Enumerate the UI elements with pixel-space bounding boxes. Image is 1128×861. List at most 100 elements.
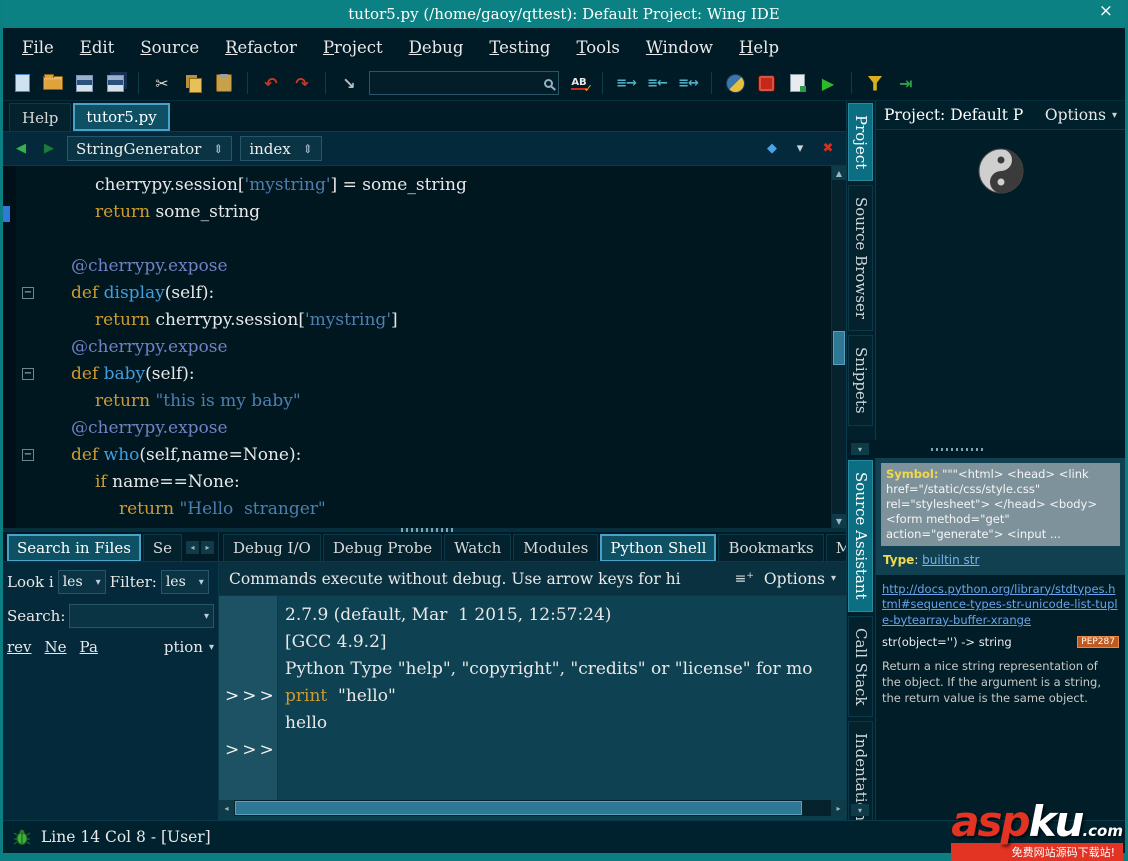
scroll-tabs-right-button[interactable] — [201, 541, 214, 554]
panel-tab-m[interactable]: M — [826, 534, 846, 561]
menu-window[interactable]: Window — [633, 36, 726, 59]
code-line[interactable]: @cherrypy.expose — [3, 334, 831, 361]
pep-badge[interactable]: PEP287 — [1077, 636, 1119, 648]
menu-source[interactable]: Source — [127, 36, 212, 59]
scroll-left-button[interactable] — [219, 800, 234, 816]
vertical-tab-source-assistant[interactable]: Source Assistant — [848, 460, 873, 612]
indent-right-icon[interactable]: ≡→ — [615, 71, 637, 95]
history-back-icon[interactable]: ◀ — [11, 141, 31, 156]
search-options-button[interactable]: ption — [164, 638, 214, 656]
indent-left-icon[interactable]: ≡← — [646, 71, 668, 95]
panel-tab-python-shell[interactable]: Python Shell — [600, 534, 716, 561]
close-window-button[interactable]: × — [1099, 3, 1113, 20]
panel-tab-debug-probe[interactable]: Debug Probe — [323, 534, 442, 561]
code-line[interactable]: if name==None: — [3, 469, 831, 496]
code-line[interactable]: @cherrypy.expose — [3, 253, 831, 280]
search-action-rev[interactable]: rev — [7, 638, 32, 656]
member-selector[interactable]: index — [240, 136, 321, 161]
shell-history-menu-icon[interactable] — [735, 571, 754, 587]
undo-icon[interactable]: ↶ — [260, 71, 282, 95]
code-editor[interactable]: cherrypy.session['mystring'] = some_stri… — [3, 166, 846, 528]
fold-marker[interactable]: − — [22, 449, 34, 461]
code-line[interactable]: return some_string — [3, 199, 831, 226]
documentation-link[interactable]: http://docs.python.org/library/stdtypes.… — [882, 582, 1119, 629]
menu-help[interactable]: Help — [726, 36, 792, 59]
panel-tab-watch[interactable]: Watch — [444, 534, 511, 561]
collapse-assistant-panel-button[interactable] — [851, 804, 869, 816]
python-environment-icon[interactable] — [724, 71, 746, 95]
shell-line[interactable]: 2.7.9 (default, Mar 1 2015, 12:57:24) — [219, 602, 846, 629]
code-line[interactable] — [3, 226, 831, 253]
scroll-tabs-left-button[interactable] — [186, 541, 199, 554]
open-file-icon[interactable] — [42, 71, 64, 95]
search-action-pa[interactable]: Pa — [80, 638, 98, 656]
menu-refactor[interactable]: Refactor — [212, 36, 310, 59]
code-line[interactable]: return "this is my baby" — [3, 388, 831, 415]
editor-vertical-scrollbar[interactable] — [831, 166, 846, 528]
shell-line[interactable]: hello — [219, 710, 846, 737]
code-line[interactable]: cherrypy.session['mystring'] = some_stri… — [3, 172, 831, 199]
menu-edit[interactable]: Edit — [67, 36, 128, 59]
editor-tab-tutor5-py[interactable]: tutor5.py — [73, 103, 169, 131]
horizontal-scrollbar-thumb[interactable] — [235, 801, 802, 815]
panel-tab-debug-i-o[interactable]: Debug I/O — [223, 534, 321, 561]
paste-icon[interactable] — [213, 71, 235, 95]
vertical-tab-project[interactable]: Project — [848, 103, 873, 181]
debug-stop-icon[interactable] — [755, 71, 777, 95]
type-link[interactable]: builtin str — [922, 553, 979, 567]
save-all-icon[interactable] — [104, 71, 126, 95]
fold-marker[interactable]: − — [22, 287, 34, 299]
shell-line[interactable]: >>>print "hello" — [219, 683, 846, 710]
title-bar[interactable]: tutor5.py (/home/gaoy/qttest): Default P… — [3, 0, 1125, 28]
search-in-editor-icon[interactable]: ↘ — [338, 71, 360, 95]
panel-tab-modules[interactable]: Modules — [513, 534, 598, 561]
copy-icon[interactable] — [182, 71, 204, 95]
close-split-icon[interactable]: ✖ — [818, 141, 838, 156]
shell-line[interactable]: >>> — [219, 737, 846, 764]
code-line[interactable]: −def display(self): — [3, 280, 831, 307]
class-selector[interactable]: StringGenerator — [67, 136, 232, 161]
save-icon[interactable] — [73, 71, 95, 95]
project-tree-area[interactable] — [876, 130, 1125, 440]
fold-marker[interactable]: − — [22, 368, 34, 380]
code-tools-icon[interactable]: ◆ — [762, 141, 782, 156]
code-line[interactable]: −def who(self,name=None): — [3, 442, 831, 469]
run-debug-icon[interactable]: ▶ — [817, 71, 839, 95]
code-line[interactable]: return cherrypy.session['mystring'] — [3, 307, 831, 334]
toolbar-search-input[interactable] — [375, 76, 540, 91]
scroll-up-button[interactable] — [832, 166, 846, 180]
indent-match-icon[interactable]: ≡↔ — [677, 71, 699, 95]
project-options-button[interactable]: Options — [1045, 106, 1117, 124]
look-in-select[interactable]: les — [58, 570, 106, 594]
menu-tools[interactable]: Tools — [563, 36, 632, 59]
shell-horizontal-scrollbar[interactable] — [219, 800, 846, 816]
search-action-ne[interactable]: Ne — [45, 638, 67, 656]
search-text-select[interactable] — [69, 604, 214, 628]
panel-tab-search-in-files[interactable]: Search in Files — [7, 534, 141, 561]
redo-icon[interactable]: ↷ — [291, 71, 313, 95]
scroll-right-button[interactable] — [831, 800, 846, 816]
panel-tab-bookmarks[interactable]: Bookmarks — [718, 534, 823, 561]
vertical-tab-source-browser[interactable]: Source Browser — [848, 185, 873, 331]
history-forward-icon[interactable]: ▶ — [39, 141, 59, 156]
cut-icon[interactable]: ✂ — [151, 71, 173, 95]
shell-body[interactable]: 2.7.9 (default, Mar 1 2015, 12:57:24)[GC… — [219, 596, 846, 800]
step-into-icon[interactable]: ⇥ — [895, 71, 917, 95]
editor-tab-help[interactable]: Help — [9, 103, 71, 131]
panel-divider-grip[interactable] — [931, 448, 985, 451]
filter-select[interactable]: les — [161, 570, 209, 594]
split-menu-icon[interactable]: ▾ — [790, 141, 810, 156]
filter-icon[interactable] — [864, 71, 886, 95]
collapse-project-panel-button[interactable] — [851, 443, 869, 455]
shell-line[interactable]: Python Type "help", "copyright", "credit… — [219, 656, 846, 683]
vertical-tab-snippets[interactable]: Snippets — [848, 335, 873, 426]
new-file-icon[interactable] — [11, 71, 33, 95]
show-source-icon[interactable] — [786, 71, 808, 95]
code-line[interactable]: −def baby(self): — [3, 361, 831, 388]
debugger-status-icon[interactable] — [13, 829, 31, 845]
panel-tab-se[interactable]: Se — [143, 534, 182, 561]
menu-testing[interactable]: Testing — [476, 36, 563, 59]
shell-options-button[interactable]: Options — [764, 570, 836, 588]
vertical-tab-indentation[interactable]: Indentation — [848, 721, 873, 833]
spellcheck-icon[interactable] — [568, 71, 590, 95]
